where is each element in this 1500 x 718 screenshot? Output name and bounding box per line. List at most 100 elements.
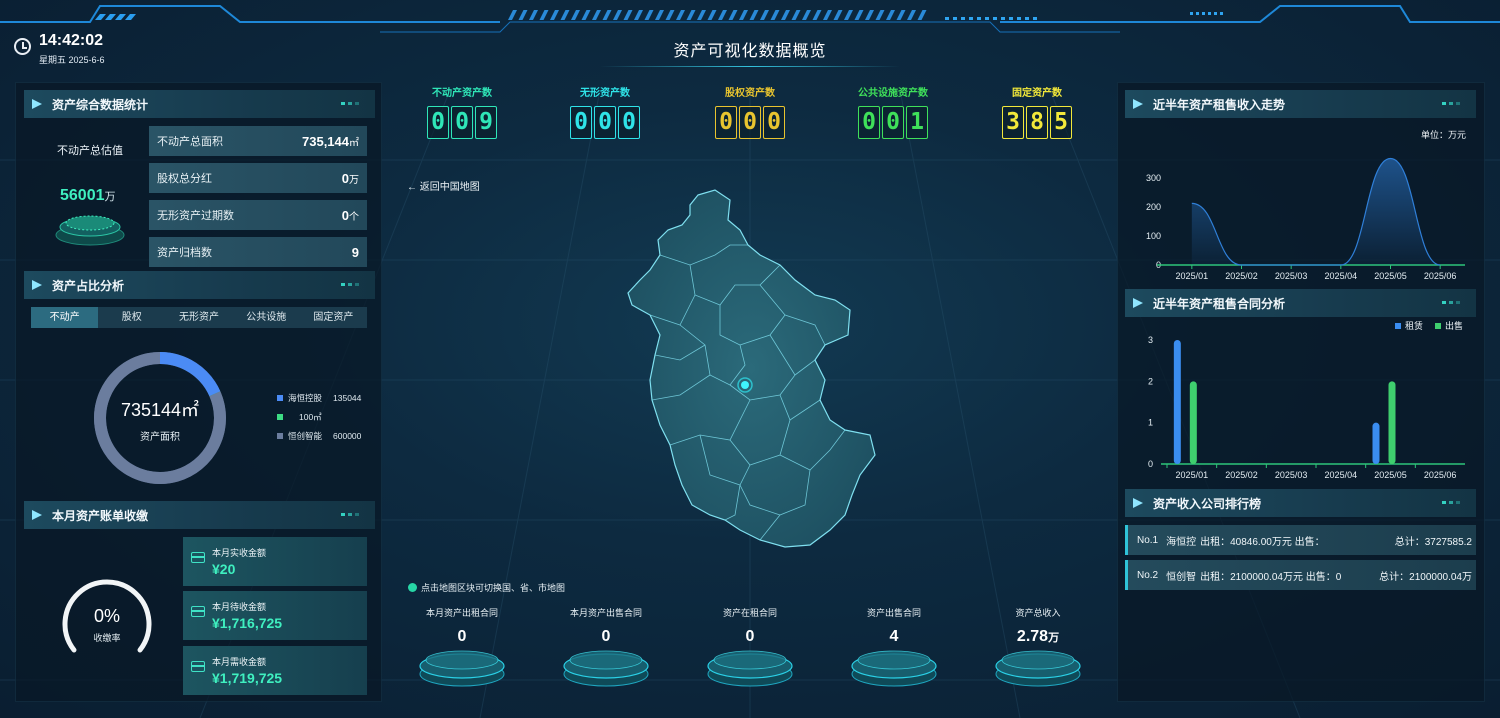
stat-label: 不动产总面积	[157, 136, 223, 148]
stat-value: 0个	[342, 208, 359, 223]
contract-stat-value: 0	[412, 628, 512, 646]
contract-stat: 资产总收入 2.78万	[988, 606, 1088, 646]
tab-fixed-asset[interactable]: 固定资产	[300, 307, 367, 328]
rank-item: No.1 海恒控 出租：40846.00万元 出售： 总计：3727585.2	[1125, 525, 1476, 555]
contract-stat-value: 0	[700, 628, 800, 646]
counter-digits: 009	[412, 106, 512, 139]
contract-stat-label: 资产总收入	[1015, 608, 1061, 618]
tab-public-facility[interactable]: 公共设施	[233, 307, 300, 328]
contract-stat: 资产在租合同 0	[700, 606, 800, 646]
legend-label: 租赁	[1405, 320, 1423, 331]
stat-label: 无形资产过期数	[157, 210, 234, 222]
counter-digit: 0	[739, 106, 761, 139]
card-icon	[191, 552, 205, 563]
map-region[interactable]	[627, 189, 876, 548]
bar[interactable]	[1173, 340, 1181, 464]
counter-digit: 0	[763, 106, 785, 139]
pedestal-icon	[707, 650, 793, 687]
asset-counter: 固定资产数 3 8 5	[987, 84, 1087, 139]
x-tick-label: 2025/01	[1176, 271, 1209, 281]
contract-stat-number: 2.78	[1016, 628, 1049, 645]
x-tick-label: 2025/06	[1424, 470, 1457, 480]
asset-counter: 股权资产数 0 0 0	[700, 84, 800, 139]
rank-company: 海恒控	[1166, 536, 1197, 548]
donut-slice[interactable]	[159, 352, 221, 397]
estimate-unit: 万	[104, 191, 116, 203]
estimate-number: 56001	[60, 187, 105, 204]
rank-item: No.2 恒创智 出租：2100000.04万元 出售：0 总计：2100000…	[1125, 560, 1476, 590]
tab-intangible[interactable]: 无形资产	[165, 307, 232, 328]
arrow-left-icon: ←	[407, 182, 420, 193]
bar[interactable]	[1189, 381, 1197, 464]
bill-label: 本月需收金额	[212, 657, 267, 667]
section-header-rank: 资产收入公司排行榜	[1125, 489, 1476, 517]
legend-value: 135044	[333, 393, 362, 403]
contract-bar-chart: 0 1 2 3 2025/01 2025/02 2025/03 2025/04 2025/05 2…	[1148, 320, 1465, 480]
asset-type-tabs: 不动产 股权 无形资产 公共设施 固定资产	[31, 307, 367, 328]
section-header-stats: 资产综合数据统计	[24, 90, 375, 118]
area-fill	[1191, 158, 1441, 265]
stat-number: 9	[351, 244, 359, 260]
x-tick-label: 2025/02	[1225, 271, 1258, 281]
section-header-trend: 近半年资产租售收入走势	[1125, 90, 1476, 118]
y-tick-label: 0	[1148, 459, 1153, 469]
y-tick-label: 3	[1148, 335, 1153, 345]
counter-label: 无形资产数	[580, 88, 630, 99]
counter-digit: 0	[882, 106, 904, 139]
back-to-china-map-button[interactable]: ← 返回中国地图	[407, 178, 480, 193]
income-trend-chart: 01002003002025/012025/022025/032025/0420…	[1146, 157, 1465, 281]
tab-equity[interactable]: 股权	[98, 307, 165, 328]
arrow-icon	[32, 280, 42, 290]
arrow-icon	[32, 99, 42, 109]
estimate-label: 不动产总估值	[57, 145, 123, 157]
stat-expired: 无形资产过期数 0个	[149, 200, 367, 230]
rank-company: 恒创智	[1166, 571, 1197, 583]
bar[interactable]	[1388, 381, 1396, 464]
counter-label: 不动产资产数	[432, 88, 492, 99]
section-header-contract: 近半年资产租售合同分析	[1125, 289, 1476, 317]
dots-icon	[341, 102, 359, 105]
x-tick-label: 2025/05	[1374, 470, 1407, 480]
counter-digit: 0	[715, 106, 737, 139]
contract-stat-value: 0	[556, 628, 656, 646]
tip-text: 点击地图区块可切换国、省、市地图	[421, 583, 566, 593]
bill-required: 本月需收金额 ¥1,719,725	[183, 646, 367, 695]
counter-digit: 0	[858, 106, 880, 139]
contract-stat-number: 0	[457, 628, 467, 645]
page-title: 资产可视化数据概览	[673, 43, 827, 60]
bill-value: ¥1,719,725	[212, 670, 283, 686]
contract-stat: 本月资产出租合同 0	[412, 606, 512, 646]
rank-no: No.2	[1137, 569, 1159, 581]
bar[interactable]	[1372, 422, 1380, 464]
rank-total: 总计：3727585.2	[1394, 536, 1472, 548]
counter-digit: 5	[1050, 106, 1072, 139]
section-title: 资产收入公司排行榜	[1153, 496, 1262, 511]
donut-center: 735144㎡ 资产面积	[94, 396, 226, 443]
stat-archived: 资产归档数 9	[149, 237, 367, 267]
province-map	[627, 189, 876, 548]
dots-icon	[1442, 301, 1460, 304]
contract-stat-number: 0	[745, 628, 755, 645]
counter-digit: 8	[1026, 106, 1048, 139]
stat-value: 0万	[342, 171, 359, 186]
counter-digit: 1	[906, 106, 928, 139]
counter-digits: 000	[700, 106, 800, 139]
stat-unit: 万	[349, 174, 359, 186]
legend-item: 恒创智能 600000	[277, 430, 361, 442]
counter-digit: 0	[618, 106, 640, 139]
stat-number: 0	[341, 207, 349, 223]
map-marker-dot	[741, 381, 749, 389]
section-title: 资产占比分析	[52, 278, 125, 293]
bill-label: 本月实收金额	[212, 548, 267, 558]
tab-real-estate[interactable]: 不动产	[31, 307, 99, 328]
legend-swatch	[277, 414, 283, 420]
pedestal-icon	[419, 650, 505, 687]
bill-received: 本月实收金额 ¥20	[183, 537, 367, 586]
section-header-bill: 本月资产账单收缴	[24, 501, 375, 529]
rank-no: No.1	[1137, 534, 1159, 546]
legend-swatch	[1395, 323, 1401, 329]
contract-stat-number: 0	[601, 628, 611, 645]
map-tip: 点击地图区块可切换国、省、市地图	[408, 581, 565, 594]
counter-digit: 3	[1002, 106, 1024, 139]
legend-swatch	[1435, 323, 1441, 329]
